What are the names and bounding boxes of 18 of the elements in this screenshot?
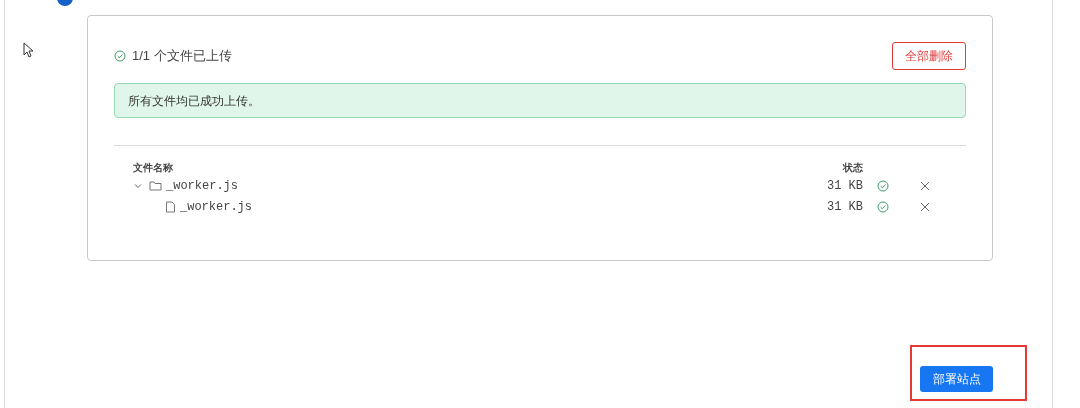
column-header: 状态 bbox=[841, 160, 863, 175]
cursor-icon bbox=[23, 42, 35, 58]
close-icon bbox=[920, 180, 930, 191]
delete-all-button[interactable]: 全部删除 bbox=[892, 42, 966, 70]
close-button[interactable] bbox=[919, 179, 931, 192]
close-icon bbox=[920, 201, 930, 212]
file-size: 31 KB bbox=[826, 198, 863, 216]
file-name: _worker.js bbox=[180, 198, 252, 216]
file-size: 31 KB bbox=[826, 177, 863, 195]
file-icon bbox=[165, 200, 176, 213]
folder-icon bbox=[149, 180, 162, 191]
upload-summary: 1/1 个文件已上传 bbox=[132, 47, 232, 66]
file-name: _worker.js bbox=[166, 177, 238, 195]
check-circle-icon bbox=[114, 50, 126, 62]
deploy-site-button[interactable]: 部署站点 bbox=[920, 366, 993, 392]
column-header: 文件名称 bbox=[133, 160, 174, 175]
success-alert: 所有文件均已成功上传。 bbox=[114, 83, 966, 118]
close-button[interactable] bbox=[919, 200, 931, 213]
